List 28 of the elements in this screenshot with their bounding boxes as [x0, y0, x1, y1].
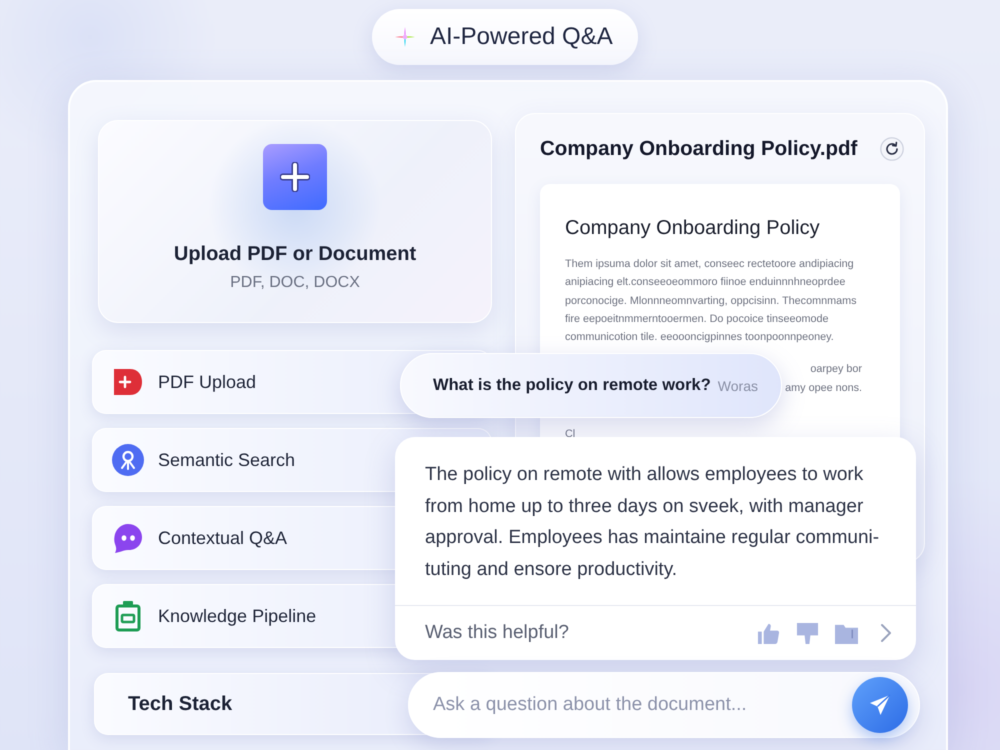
- thumbs-up-icon[interactable]: [757, 622, 780, 644]
- thumbs-down-icon[interactable]: [796, 622, 819, 644]
- document-heading: Company Onboarding Policy: [565, 216, 820, 240]
- upload-dropzone[interactable]: Upload PDF or Document PDF, DOC, DOCX: [98, 120, 492, 323]
- plus-tile-icon: [263, 144, 327, 210]
- feature-label: Knowledge Pipeline: [158, 606, 316, 626]
- question-text: What is the policy on remote work?: [433, 376, 711, 395]
- feedback-prompt: Was this helpful?: [425, 622, 569, 644]
- feature-label: Contextual Q&A: [158, 528, 288, 548]
- plus-tag-icon: [112, 366, 144, 398]
- chat-blob-icon: [112, 522, 144, 554]
- app-title: AI-Powered Q&A: [430, 23, 613, 51]
- question-trailing-text: Woras: [718, 378, 758, 394]
- upload-formats: PDF, DOC, DOCX: [230, 274, 360, 292]
- paper-plane-icon: [868, 693, 892, 717]
- feature-label: PDF Upload: [158, 372, 256, 392]
- document-paragraph: Cl: [565, 427, 576, 442]
- document-paragraph: oarpey bor amy opee nons.: [785, 362, 862, 396]
- document-file-name: Company Onboarding Policy.pdf: [540, 137, 858, 161]
- question-input[interactable]: Ask a question about the document...: [408, 672, 920, 738]
- person-circle-icon: [112, 444, 144, 476]
- answer-text: The policy on remote with allows employees to work from home up to three days on sveek, with manager approval. Employees has maintaine regular communi- tuting and ensore productivity.: [425, 463, 880, 582]
- refresh-icon[interactable]: [880, 137, 904, 161]
- chevron-right-icon[interactable]: [880, 623, 892, 643]
- sparkle-icon: [395, 27, 415, 47]
- upload-title: Upload PDF or Document: [174, 243, 416, 266]
- feature-label: Semantic Search: [158, 450, 296, 470]
- document-paragraph: Them ipsuma dolor sit amet, conseec rectetoore andipiacing anipiacing elt.conseeoeommoro fiinoe enduinnnhneoprdee porconocige. Mlonnneomnvarting, oppcisinn. Thecomnmams fire eepoeitnmmerntooermen. Do pocoice tinseeomode communicotion tile. eeoooncigpinnes toonpoonnpeoney.: [565, 257, 856, 346]
